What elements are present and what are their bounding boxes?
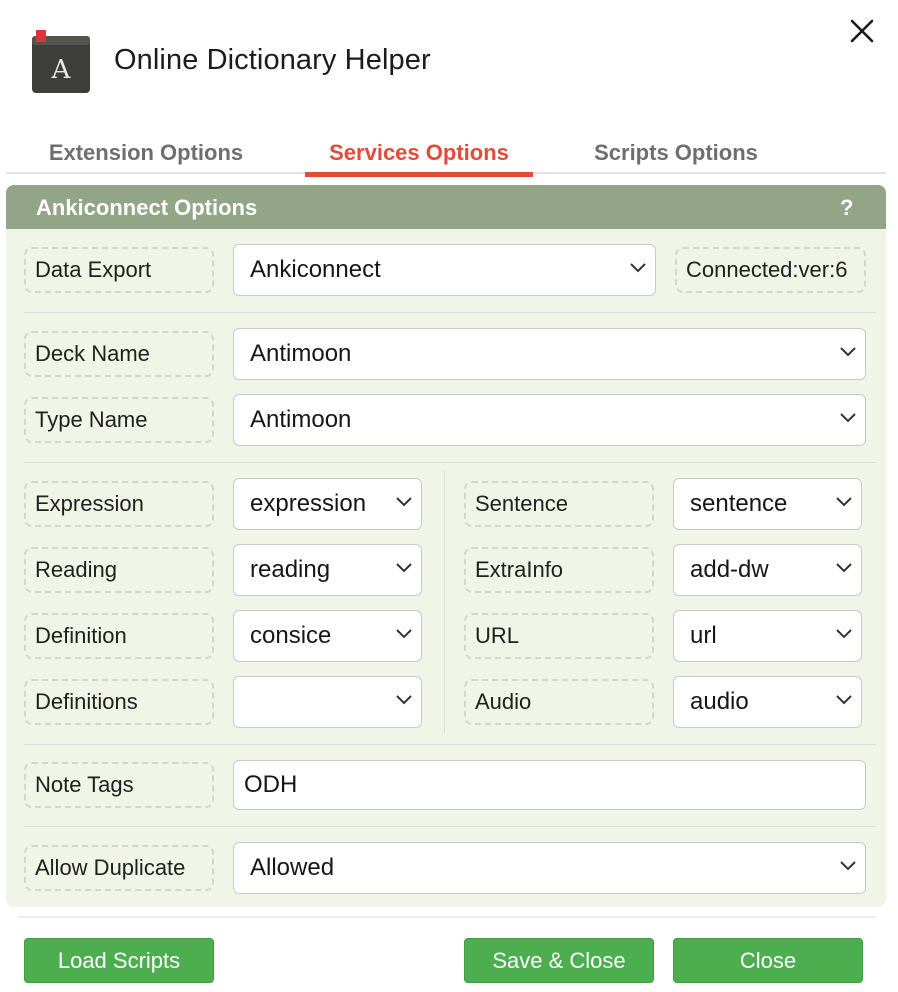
- divider: [24, 744, 876, 745]
- ankiconnect-options-panel: Ankiconnect Options ? Data Export Ankico…: [6, 185, 886, 907]
- field-expression-label: Expression: [24, 481, 214, 527]
- divider: [24, 826, 876, 827]
- chevron-down-icon: [396, 497, 412, 507]
- field-audio-select[interactable]: audio: [673, 676, 862, 728]
- chevron-down-icon: [396, 695, 412, 705]
- close-button[interactable]: Close: [673, 938, 863, 983]
- chevron-down-icon: [396, 629, 412, 639]
- field-url-label: URL: [464, 613, 654, 659]
- type-name-value: Antimoon: [250, 406, 352, 433]
- field-reading-value: reading: [250, 556, 331, 583]
- field-reading-select[interactable]: reading: [233, 544, 422, 596]
- allow-duplicate-value: Allowed: [250, 854, 335, 881]
- svg-text:A: A: [51, 55, 72, 85]
- deck-name-label: Deck Name: [24, 331, 214, 377]
- field-audio-label: Audio: [464, 679, 654, 725]
- chevron-down-icon: [840, 861, 856, 871]
- options-tabs: Extension Options Services Options Scrip…: [6, 140, 886, 177]
- deck-name-value: Antimoon: [250, 340, 352, 367]
- type-name-select[interactable]: Antimoon: [233, 394, 866, 446]
- field-definition-select[interactable]: consice: [233, 610, 422, 662]
- chevron-down-icon: [836, 695, 852, 705]
- save-close-button[interactable]: Save & Close: [464, 938, 654, 983]
- panel-header: Ankiconnect Options ?: [6, 185, 886, 229]
- field-definition-value: consice: [250, 622, 332, 649]
- app-logo-icon: A: [32, 30, 91, 94]
- field-url-value: url: [690, 622, 717, 649]
- type-name-label: Type Name: [24, 397, 214, 443]
- allow-duplicate-select[interactable]: Allowed: [233, 842, 866, 894]
- chevron-down-icon: [840, 347, 856, 357]
- data-export-label: Data Export: [24, 247, 214, 293]
- load-scripts-button[interactable]: Load Scripts: [24, 938, 214, 983]
- field-extrainfo-label: ExtraInfo: [464, 547, 654, 593]
- footer-divider: [18, 916, 876, 918]
- data-export-value: Ankiconnect: [250, 256, 381, 283]
- panel-title: Ankiconnect Options: [36, 195, 258, 220]
- connection-status: Connected:ver:6: [675, 247, 866, 293]
- field-sentence-label: Sentence: [464, 481, 654, 527]
- field-sentence-value: sentence: [690, 490, 788, 517]
- allow-duplicate-label: Allow Duplicate: [24, 845, 214, 891]
- note-tags-label: Note Tags: [24, 762, 214, 808]
- chevron-down-icon: [840, 413, 856, 423]
- help-icon[interactable]: ?: [840, 195, 853, 221]
- tab-extension-options[interactable]: Extension Options: [36, 140, 256, 174]
- field-extrainfo-select[interactable]: add-dw: [673, 544, 862, 596]
- field-expression-value: expression: [250, 490, 367, 517]
- field-definitions-label: Definitions: [24, 679, 214, 725]
- tab-scripts-options[interactable]: Scripts Options: [581, 140, 771, 174]
- note-tags-input[interactable]: ODH: [233, 760, 866, 810]
- field-extrainfo-value: add-dw: [690, 556, 769, 583]
- app-title: Online Dictionary Helper: [114, 44, 431, 76]
- divider: [24, 312, 876, 313]
- field-reading-label: Reading: [24, 547, 214, 593]
- chevron-down-icon: [630, 263, 646, 273]
- chevron-down-icon: [836, 497, 852, 507]
- deck-name-select[interactable]: Antimoon: [233, 328, 866, 380]
- chevron-down-icon: [836, 563, 852, 573]
- field-url-select[interactable]: url: [673, 610, 862, 662]
- field-audio-value: audio: [690, 688, 749, 715]
- field-expression-select[interactable]: expression: [233, 478, 422, 530]
- chevron-down-icon: [836, 629, 852, 639]
- column-divider: [444, 471, 445, 733]
- tab-services-options[interactable]: Services Options: [305, 140, 533, 177]
- field-definition-label: Definition: [24, 613, 214, 659]
- divider: [24, 462, 876, 463]
- field-sentence-select[interactable]: sentence: [673, 478, 862, 530]
- close-icon[interactable]: [845, 14, 879, 48]
- field-definitions-select[interactable]: [233, 676, 422, 728]
- chevron-down-icon: [396, 563, 412, 573]
- data-export-select[interactable]: Ankiconnect: [233, 244, 656, 296]
